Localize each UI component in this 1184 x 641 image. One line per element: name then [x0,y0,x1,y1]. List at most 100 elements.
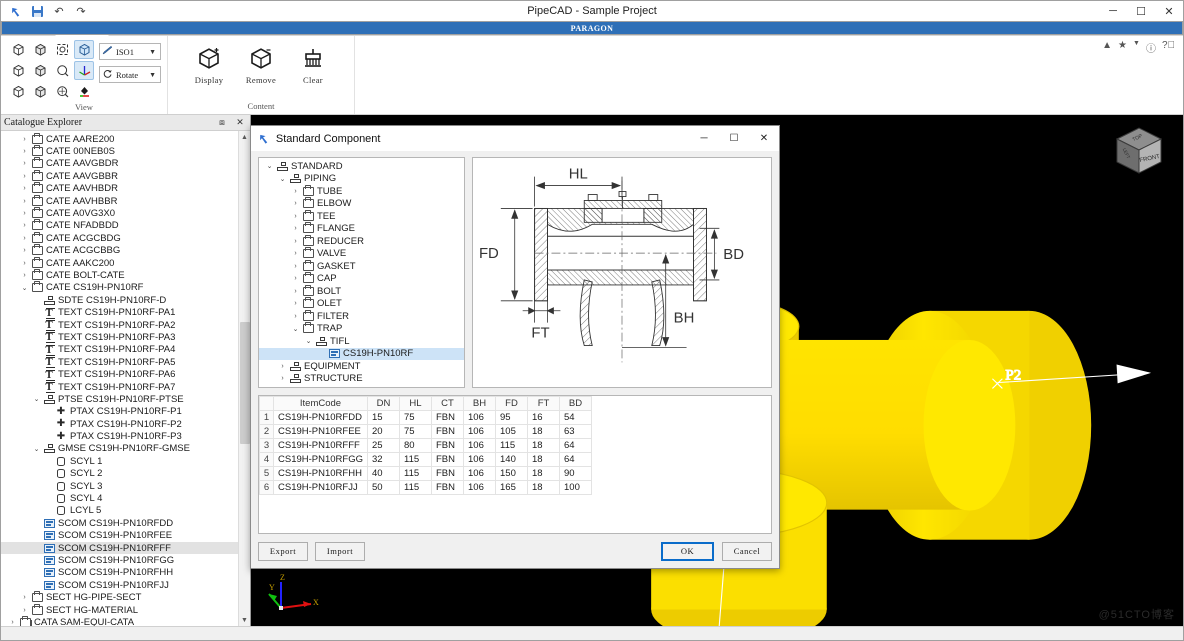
tab-paragon-app[interactable]: PARAGON [1,21,1183,35]
redo-icon[interactable]: ↷ [73,4,89,19]
standard-tree-item[interactable]: › REDUCER [259,234,464,248]
table-cell-ft[interactable]: 18 [527,480,560,495]
close-icon[interactable]: ✕ [233,116,247,129]
catalogue-tree-item[interactable]: › CATE AAVGBBR [1,169,238,182]
column-header-ct[interactable]: CT [431,396,464,411]
table-cell-bd[interactable]: 64 [559,438,592,453]
column-header-bh[interactable]: BH [463,396,496,411]
tree-twisty-icon[interactable]: › [19,222,30,229]
catalogue-tree-item[interactable]: SCOM CS19H-PN10RFEE [1,530,238,542]
tree-twisty-icon[interactable]: ⌄ [31,445,42,453]
table-cell-ft[interactable]: 16 [527,410,560,425]
catalogue-tree-item[interactable]: SCYL 3 [1,480,238,492]
table-cell-dn[interactable]: 40 [367,466,400,481]
table-cell-itemcode[interactable]: CS19H-PN10RFHH [273,466,368,481]
standard-tree-item[interactable]: › EQUIPMENT [259,360,464,373]
tree-twisty-icon[interactable]: › [290,275,301,282]
catalogue-tree-item[interactable]: SCOM CS19H-PN10RFGG [1,554,238,566]
tree-twisty-icon[interactable]: › [19,607,30,614]
table-cell-bd[interactable]: 54 [559,410,592,425]
view-iso-4-icon[interactable] [30,61,50,80]
table-cell-ct[interactable]: FBN [431,452,464,467]
catalogue-tree-item[interactable]: ✚ PTAX CS19H-PN10RF-P3 [1,430,238,442]
tree-twisty-icon[interactable]: ⌄ [303,337,314,345]
catalogue-tree-item[interactable]: SCYL 4 [1,492,238,504]
table-cell-fd[interactable]: 140 [495,452,528,467]
view-iso-1-icon[interactable] [8,40,28,59]
tree-twisty-icon[interactable]: › [19,235,30,242]
collapse-ribbon-icon[interactable]: ▲ [1102,40,1112,51]
tree-twisty-icon[interactable]: › [19,198,30,205]
catalogue-tree-item[interactable]: T TEXT CS19H-PN10RF-PA4 [1,344,238,356]
catalogue-tree-item[interactable]: › CATE AAVHBDR [1,182,238,195]
table-row[interactable]: 3 CS19H-PN10RFFF 25 80 FBN 106 115 18 64 [259,438,592,453]
share-icon[interactable]: ★​ [1118,40,1127,51]
tree-twisty-icon[interactable]: › [19,272,30,279]
table-cell-hl[interactable]: 75 [399,410,432,425]
catalogue-tree-item[interactable]: ⌄ CATE CS19H-PN10RF [1,281,238,294]
remove-button[interactable]: Remove [240,44,282,85]
tree-twisty-icon[interactable]: › [290,238,301,245]
catalogue-tree-item[interactable]: › CATE ACGCBDG [1,231,238,244]
standard-tree-item[interactable]: ⌄ STANDARD [259,160,464,173]
view-orientation-combo[interactable]: ISO1 ▼ [99,43,161,60]
table-cell-itemcode[interactable]: CS19H-PN10RFGG [273,452,368,467]
undo-icon[interactable]: ↶ [51,4,67,19]
undock-icon[interactable]: ⧈ [215,116,229,129]
component-table-container[interactable]: ItemCode DN HL CT BH FD FT BD 1 CS19H-PN10RFDD 15 7… [258,395,772,534]
table-cell-bh[interactable]: 106 [463,438,496,453]
table-cell-bd[interactable]: 100 [559,480,592,495]
catalogue-tree-item[interactable]: SCOM CS19H-PN10RFFF [1,541,238,555]
tree-twisty-icon[interactable]: › [290,250,301,257]
table-cell-ft[interactable]: 18 [527,466,560,481]
standard-tree-item[interactable]: › TEE [259,209,464,223]
catalogue-tree-item[interactable]: T TEXT CS19H-PN10RF-PA6 [1,368,238,381]
catalogue-tree-item[interactable]: SDTE CS19H-PN10RF-D [1,294,238,306]
table-cell-dn[interactable]: 50 [367,480,400,495]
table-cell-bd[interactable]: 63 [559,424,592,439]
tree-twisty-icon[interactable]: › [290,288,301,295]
tree-twisty-icon[interactable]: › [290,200,301,207]
tree-twisty-icon[interactable]: › [277,375,288,382]
navigation-cube[interactable]: FRONT TOP LEFT [1109,123,1169,179]
color-fill-icon[interactable] [74,82,94,101]
standard-tree-item[interactable]: ⌄ PIPING [259,173,464,186]
view-iso-5-icon[interactable] [8,82,28,101]
catalogue-tree-item[interactable]: SCOM CS19H-PN10RFDD [1,517,238,529]
tree-twisty-icon[interactable]: ⌄ [290,325,301,333]
table-cell-hl[interactable]: 80 [399,438,432,453]
zoom-area-icon[interactable] [52,82,72,101]
standard-tree-item[interactable]: › GASKET [259,259,464,273]
table-cell-fd[interactable]: 150 [495,466,528,481]
catalogue-tree-item[interactable]: › CATE AARE200 [1,132,238,145]
catalogue-tree-item[interactable]: ✚ PTAX CS19H-PN10RF-P1 [1,406,238,418]
tree-twisty-icon[interactable]: › [19,136,30,143]
table-cell-ct[interactable]: FBN [431,424,464,439]
table-cell-fd[interactable]: 105 [495,424,528,439]
table-cell-dn[interactable]: 32 [367,452,400,467]
standard-tree-item[interactable]: ⌄ TIFL [259,335,464,348]
table-cell-hl[interactable]: 115 [399,466,432,481]
shaded-box-icon[interactable] [74,40,94,59]
view-iso-6-icon[interactable] [30,82,50,101]
tree-twisty-icon[interactable]: ⌄ [277,175,288,183]
tree-twisty-icon[interactable]: › [290,263,301,270]
dialog-close-button[interactable]: ✕ [749,126,779,151]
table-cell-ct[interactable]: FBN [431,466,464,481]
scroll-thumb[interactable] [239,321,250,445]
catalogue-tree-item[interactable]: LCYL 5 [1,505,238,517]
catalogue-tree-item[interactable]: SCOM CS19H-PN10RFHH [1,567,238,579]
clear-button[interactable]: Clear [292,44,334,85]
catalogue-tree-item[interactable]: SCYL 1 [1,455,238,467]
standard-tree-item[interactable]: › STRUCTURE [259,373,464,386]
table-cell-ft[interactable]: 18 [527,452,560,467]
tree-twisty-icon[interactable]: › [7,619,18,626]
info-icon[interactable]: ⓘ [1146,40,1156,55]
standard-tree-item[interactable]: › TUBE [259,184,464,198]
column-header-ft[interactable]: FT [527,396,560,411]
standard-component-dialog[interactable]: ➚ Standard Component ─ ☐ ✕ ⌄ STANDARD ⌄ PIP… [250,125,780,569]
table-cell-bh[interactable]: 106 [463,452,496,467]
component-table[interactable]: ItemCode DN HL CT BH FD FT BD 1 CS19H-PN10RFDD 15 7… [259,396,592,495]
table-cell-itemcode[interactable]: CS19H-PN10RFFF [273,438,368,453]
catalogue-tree-item[interactable]: › SECT HG-PIPE-SECT [1,591,238,603]
